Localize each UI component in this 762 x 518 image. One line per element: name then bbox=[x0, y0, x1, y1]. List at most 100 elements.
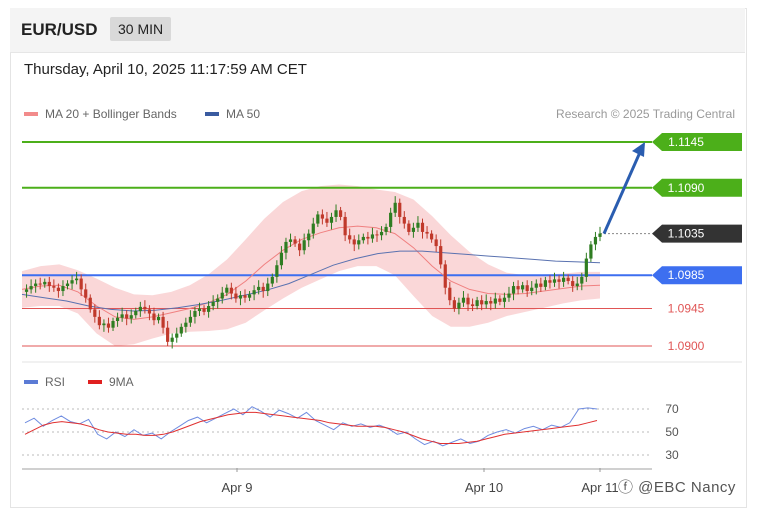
candle-body bbox=[257, 286, 261, 291]
candle-body bbox=[348, 235, 352, 240]
candle-body bbox=[352, 239, 356, 245]
candle-body bbox=[220, 292, 224, 299]
candle-body bbox=[38, 283, 42, 285]
level-label-1.0985: 1.0985 bbox=[668, 268, 705, 282]
candle-body bbox=[493, 298, 497, 304]
candle-body bbox=[279, 252, 284, 266]
candle-body bbox=[298, 243, 302, 251]
target-arrow-shaft bbox=[602, 149, 643, 235]
level-label-1.1145: 1.1145 bbox=[668, 135, 704, 149]
candle-body bbox=[275, 265, 279, 277]
candle-body bbox=[525, 285, 529, 292]
candle-body bbox=[266, 283, 270, 292]
candle-body bbox=[302, 240, 306, 251]
time-scrollbar bbox=[22, 468, 652, 470]
candle-body bbox=[498, 298, 502, 302]
candle-body bbox=[361, 236, 365, 241]
candle-body bbox=[270, 276, 274, 284]
candle-body bbox=[584, 258, 588, 277]
candle-body bbox=[70, 280, 74, 284]
candle-body bbox=[589, 244, 593, 259]
candle-body bbox=[197, 308, 202, 312]
candle-body bbox=[329, 216, 334, 223]
candle-body bbox=[43, 281, 47, 285]
candle-body bbox=[334, 210, 338, 217]
candle-body bbox=[516, 286, 520, 290]
candle-body bbox=[211, 301, 215, 307]
x-tick-label: Apr 9 bbox=[221, 480, 252, 495]
candle-body bbox=[152, 313, 156, 321]
candle-body bbox=[566, 277, 570, 282]
x-tick-label: Apr 10 bbox=[465, 480, 503, 495]
candle-body bbox=[425, 231, 429, 234]
candle-body bbox=[65, 283, 70, 287]
candle-body bbox=[284, 241, 288, 253]
candle-body bbox=[379, 231, 384, 236]
candle-body bbox=[206, 306, 211, 312]
candle-body bbox=[97, 316, 101, 326]
candle-body bbox=[184, 322, 188, 327]
candle-body bbox=[143, 306, 147, 310]
price-chart[interactable]: 1.1145 1.1090 1.1035 1.0985 1.0945 1.0900 70 50… bbox=[0, 0, 762, 518]
candle-body bbox=[179, 326, 183, 334]
candle-body bbox=[470, 304, 475, 307]
candle-body bbox=[56, 287, 61, 292]
candle-body bbox=[88, 297, 92, 310]
candle-body bbox=[243, 295, 247, 298]
candle-body bbox=[106, 323, 111, 328]
candle-body bbox=[439, 246, 443, 265]
candle-body bbox=[571, 281, 575, 287]
candle-body bbox=[234, 293, 238, 299]
candle-body bbox=[229, 287, 233, 294]
candle-body bbox=[75, 278, 79, 281]
candle-body bbox=[448, 287, 452, 301]
candle-body bbox=[47, 281, 51, 287]
candle-body bbox=[511, 286, 516, 294]
candle-body bbox=[61, 286, 65, 292]
candle-body bbox=[384, 226, 388, 232]
candle-body bbox=[375, 234, 379, 236]
candle-body bbox=[193, 311, 197, 317]
candle-body bbox=[407, 223, 411, 232]
candle-body bbox=[307, 233, 311, 241]
candle-body bbox=[311, 223, 315, 234]
candle-body bbox=[489, 301, 493, 304]
candle-body bbox=[120, 314, 124, 318]
candle-body bbox=[539, 283, 543, 287]
candle-body bbox=[34, 283, 38, 287]
candle-body bbox=[175, 333, 179, 338]
candle-body bbox=[156, 316, 161, 321]
candle-body bbox=[161, 316, 165, 328]
candle-body bbox=[561, 277, 566, 282]
candle-body bbox=[502, 297, 507, 302]
watermark: ⓕ @EBC Nancy bbox=[618, 479, 736, 496]
candle-body bbox=[457, 302, 461, 309]
candle-body bbox=[370, 234, 375, 239]
level-label-1.0945: 1.0945 bbox=[668, 302, 705, 316]
candle-body bbox=[138, 306, 142, 312]
candle-body bbox=[480, 300, 484, 305]
level-label-1.1090: 1.1090 bbox=[668, 181, 705, 195]
candle-body bbox=[475, 300, 479, 307]
candle-body bbox=[316, 214, 320, 224]
candle-body bbox=[225, 287, 229, 293]
candle-body bbox=[393, 202, 397, 213]
candle-body bbox=[543, 280, 547, 287]
candle-body bbox=[84, 289, 88, 298]
candle-body bbox=[530, 287, 534, 292]
candle-body bbox=[434, 239, 438, 247]
candle-body bbox=[125, 314, 129, 319]
candle-body bbox=[338, 210, 343, 217]
candle-body bbox=[357, 240, 361, 245]
x-tick-label: Apr 11 bbox=[581, 480, 618, 495]
candle-body bbox=[452, 300, 456, 309]
candle-body bbox=[430, 233, 434, 240]
candle-body bbox=[202, 308, 206, 312]
candle-body bbox=[484, 301, 488, 305]
candle-body bbox=[325, 218, 329, 223]
candle-body bbox=[521, 285, 525, 290]
candle-body bbox=[598, 233, 602, 237]
candle-body bbox=[343, 216, 347, 236]
rsi-tick-30: 30 bbox=[665, 448, 679, 462]
candle-body bbox=[111, 321, 115, 328]
